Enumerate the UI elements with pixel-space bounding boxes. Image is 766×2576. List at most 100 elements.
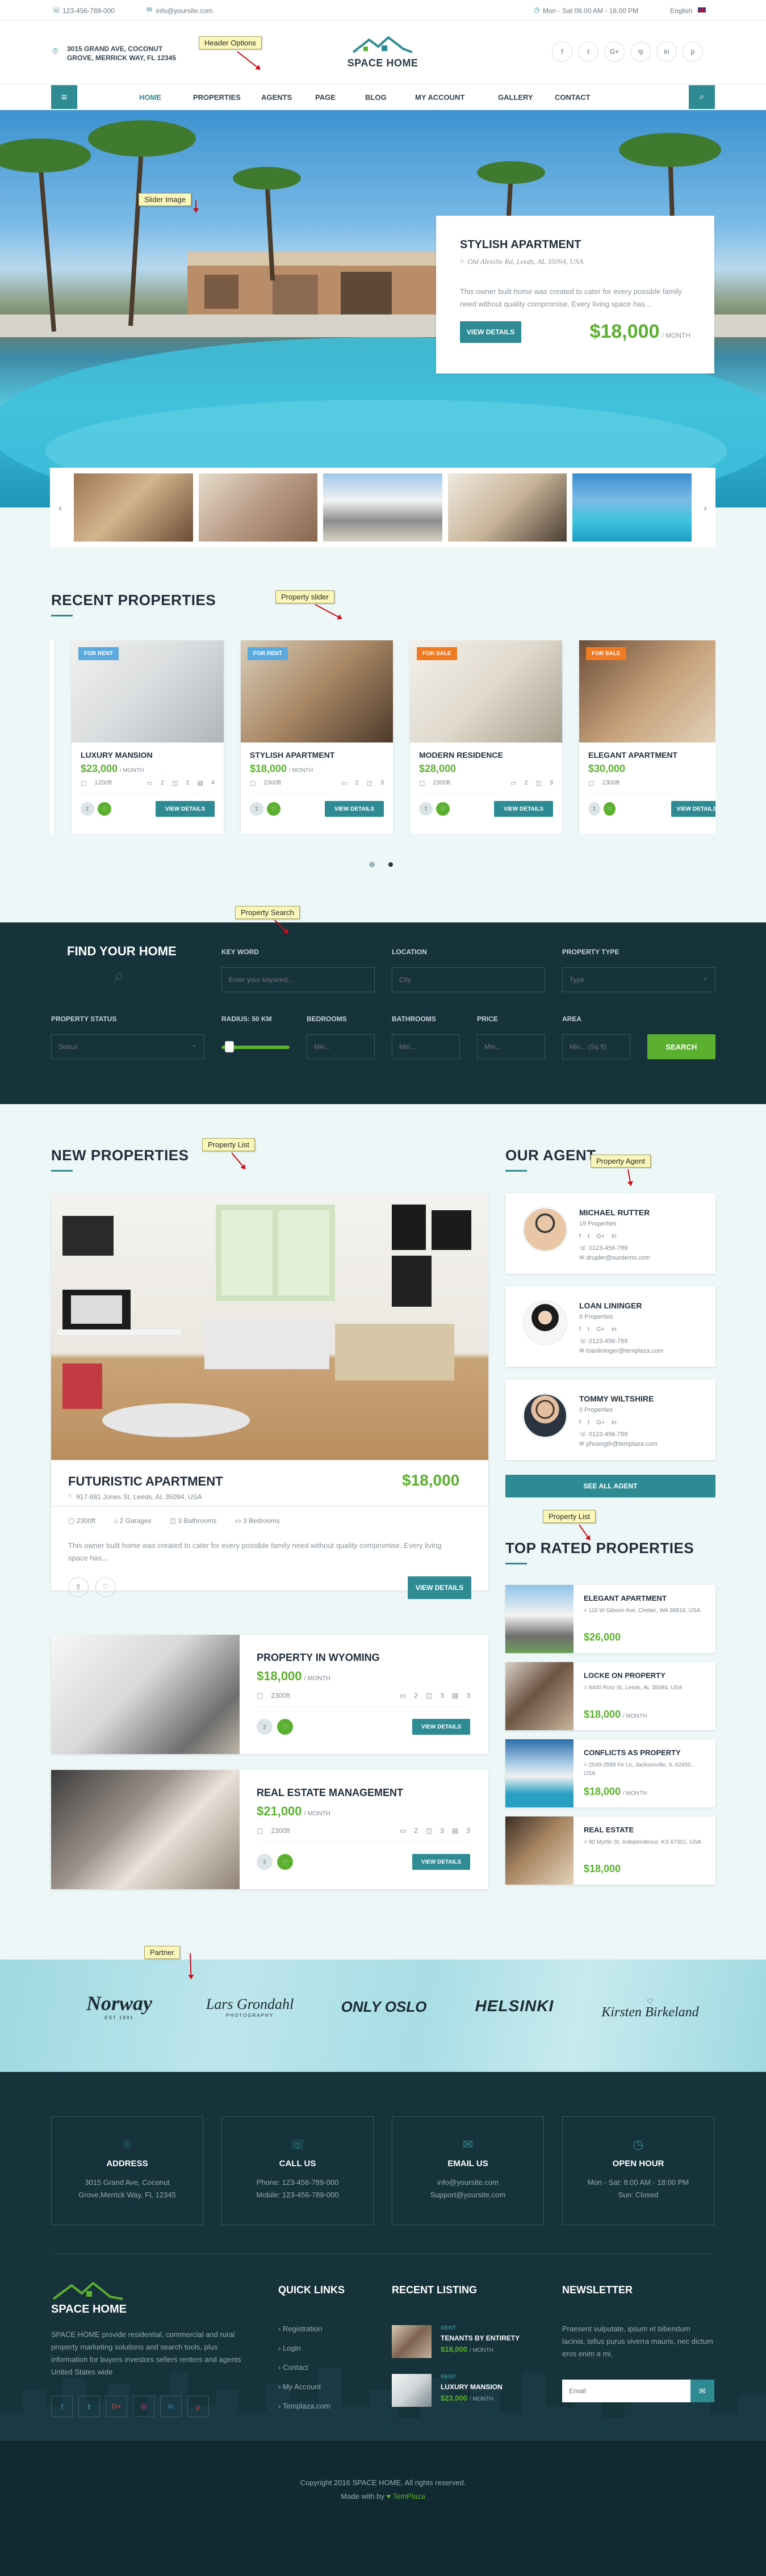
facebook-icon[interactable]: f <box>552 41 572 62</box>
carousel-dot[interactable] <box>388 862 393 867</box>
property-name[interactable]: LUXURY MANSION <box>81 750 215 760</box>
agent-email[interactable]: phuongth@templaza.com <box>586 1441 658 1448</box>
instagram-icon[interactable]: ig <box>630 41 651 62</box>
quick-link-label[interactable]: Login <box>283 2344 301 2352</box>
facebook-icon[interactable]: f <box>579 1233 581 1240</box>
topbar-phone[interactable]: 123-456-789-000 <box>62 7 115 15</box>
twitter-icon[interactable]: t <box>578 41 598 62</box>
property-name[interactable]: REAL ESTATE MANAGEMENT <box>257 1787 403 1799</box>
keyword-input[interactable] <box>221 967 375 992</box>
price-input[interactable] <box>477 1034 545 1059</box>
agent-card[interactable]: LOAN LININGER 0 Properties f t G+ in ☏ 0… <box>505 1286 715 1367</box>
agent-email[interactable]: drupler@ourdemo.com <box>586 1255 650 1261</box>
nav-page[interactable]: PAGE <box>315 93 365 102</box>
see-all-agent-button[interactable]: SEE ALL AGENT <box>505 1475 715 1497</box>
menu-icon[interactable]: ≡ <box>51 85 77 109</box>
favorite-icon[interactable]: ♡ <box>603 802 616 816</box>
agent-name[interactable]: MICHAEL RUTTER <box>579 1208 704 1217</box>
partner-logo[interactable]: Lars Grondahl PHOTOGRAPHY <box>193 1996 307 2018</box>
pinterest-icon[interactable]: p <box>683 41 703 62</box>
radius-slider-handle[interactable] <box>225 1041 234 1052</box>
view-details-button[interactable]: VIEW DETAILS <box>156 801 215 817</box>
quick-link[interactable]: › Contact <box>278 2361 330 2374</box>
instagram-icon[interactable]: ◎ <box>133 2395 154 2417</box>
share-icon[interactable]: ⇪ <box>588 802 600 816</box>
partner-logo[interactable]: Norway EST 1991 <box>62 1991 176 2020</box>
area-input[interactable] <box>562 1034 630 1059</box>
nav-my-account[interactable]: MY ACCOUNT <box>415 93 498 102</box>
property-list-item[interactable]: REAL ESTATE MANAGEMENT $21,000 / MONTH ▢… <box>51 1770 488 1889</box>
view-details-button[interactable]: VIEW DETAILS <box>412 1719 470 1735</box>
top-rated-name[interactable]: CONFLICTS AS PROPERTY <box>584 1748 681 1757</box>
footer-logo[interactable]: SPACE HOME <box>51 2281 127 2316</box>
view-details-button[interactable]: VIEW DETAILS <box>412 1854 470 1870</box>
facebook-icon[interactable]: f <box>51 2395 73 2417</box>
quick-link[interactable]: › Registration <box>278 2323 330 2335</box>
recent-listing-item[interactable]: RENT TENANTS BY ENTIRETY $18,000 / MONTH <box>392 2325 539 2361</box>
thumbnail-5[interactable] <box>572 473 692 542</box>
top-rated-item[interactable]: CONFLICTS AS PROPERTY ⌾ 2549-2599 Fe Ln,… <box>505 1739 715 1807</box>
linkedin-icon[interactable]: in <box>656 41 677 62</box>
property-status-select[interactable] <box>51 1034 204 1059</box>
hero-view-details-button[interactable]: VIEW DETAILS <box>460 321 521 343</box>
quick-link-label[interactable]: Templaza.com <box>283 2402 330 2410</box>
search-button[interactable]: SEARCH <box>647 1034 715 1059</box>
view-details-button[interactable]: VIEW DETAILS <box>494 801 553 817</box>
recent-listing-name[interactable]: TENANTS BY ENTIRETY <box>441 2334 520 2342</box>
partner-logo[interactable]: HELSINKI <box>458 1997 571 2015</box>
view-details-button[interactable]: VIEW DETAILS <box>325 801 384 817</box>
nav-home[interactable]: HOME <box>139 93 193 102</box>
newsletter-email-input[interactable] <box>562 2380 690 2402</box>
property-list-item[interactable]: PROPERTY IN WYOMING $18,000 / MONTH ▢ 230… <box>51 1635 488 1754</box>
share-icon[interactable]: ⇪ <box>257 1854 273 1870</box>
quick-link-label[interactable]: My Account <box>283 2382 321 2391</box>
bedrooms-select[interactable] <box>307 1034 375 1059</box>
thumbnail-1[interactable] <box>74 473 193 542</box>
hero-property-title[interactable]: STYLISH APARTMENT <box>460 238 690 251</box>
google-plus-icon[interactable]: G+ <box>596 1233 605 1240</box>
thumbnail-next-icon[interactable]: › <box>700 500 711 517</box>
linkedin-icon[interactable]: in <box>160 2395 182 2417</box>
featured-property-name[interactable]: FUTURISTIC APARTMENT <box>68 1474 223 1489</box>
property-name[interactable]: MODERN RESIDENCE <box>419 750 553 760</box>
linkedin-icon[interactable]: in <box>612 1419 617 1426</box>
recent-listing-name[interactable]: LUXURY MANSION <box>441 2383 503 2391</box>
share-icon[interactable]: ⇪ <box>81 802 94 816</box>
google-plus-icon[interactable]: G+ <box>596 1419 605 1426</box>
language-select[interactable]: English <box>670 7 692 15</box>
facebook-icon[interactable]: f <box>579 1326 581 1333</box>
contact-line[interactable]: Support@yoursite.com <box>392 2189 543 2201</box>
favorite-icon[interactable]: ♡ <box>277 1854 293 1870</box>
thumbnail-2[interactable] <box>198 473 318 542</box>
made-by-link[interactable]: TemPlaza <box>393 2492 425 2501</box>
twitter-icon[interactable]: t <box>588 1326 589 1333</box>
property-name[interactable]: STYLISH APARTMENT <box>250 750 384 760</box>
top-rated-item[interactable]: REAL ESTATE ⌾ 90 Myrtle St, Independence… <box>505 1816 715 1885</box>
view-details-button[interactable]: VIEW DETAILS <box>671 801 715 817</box>
property-name[interactable]: ELEGANT APARTMENT <box>588 750 715 760</box>
partner-logo[interactable]: ONLY OSLO <box>327 1998 441 2016</box>
google-plus-icon[interactable]: G+ <box>604 41 625 62</box>
send-icon[interactable]: ✉ <box>690 2380 714 2402</box>
twitter-icon[interactable]: t <box>588 1233 589 1240</box>
twitter-icon[interactable]: t <box>78 2395 100 2417</box>
agent-name[interactable]: TOMMY WILTSHIRE <box>579 1394 704 1403</box>
search-icon[interactable]: ⌕ <box>689 85 715 109</box>
quick-link-label[interactable]: Contact <box>283 2363 308 2372</box>
favorite-icon[interactable]: ♡ <box>267 802 281 816</box>
featured-property-card[interactable] <box>51 1193 488 1505</box>
featured-view-details-button[interactable]: VIEW DETAILS <box>408 1576 471 1599</box>
quick-link-label[interactable]: Registration <box>283 2325 322 2333</box>
favorite-icon[interactable]: ♡ <box>98 802 111 816</box>
contact-line[interactable]: info@yoursite.com <box>392 2176 543 2189</box>
agent-card[interactable]: MICHAEL RUTTER 19 Properties f t G+ in ☏… <box>505 1193 715 1274</box>
bathrooms-select[interactable] <box>392 1034 460 1059</box>
linkedin-icon[interactable]: in <box>612 1233 617 1240</box>
quick-link[interactable]: › My Account <box>278 2381 330 2393</box>
agent-card[interactable]: TOMMY WILTSHIRE 0 Properties f t G+ in ☏… <box>505 1379 715 1460</box>
thumbnail-4[interactable] <box>447 473 567 542</box>
top-rated-name[interactable]: LOCKE ON PROPERTY <box>584 1671 665 1680</box>
nav-agents[interactable]: AGENTS <box>261 93 315 102</box>
carousel-dot-active[interactable] <box>369 862 375 867</box>
property-card[interactable]: FOR SALE ELEGANT APARTMENT $30,000 ▢ 2300… <box>579 640 715 833</box>
